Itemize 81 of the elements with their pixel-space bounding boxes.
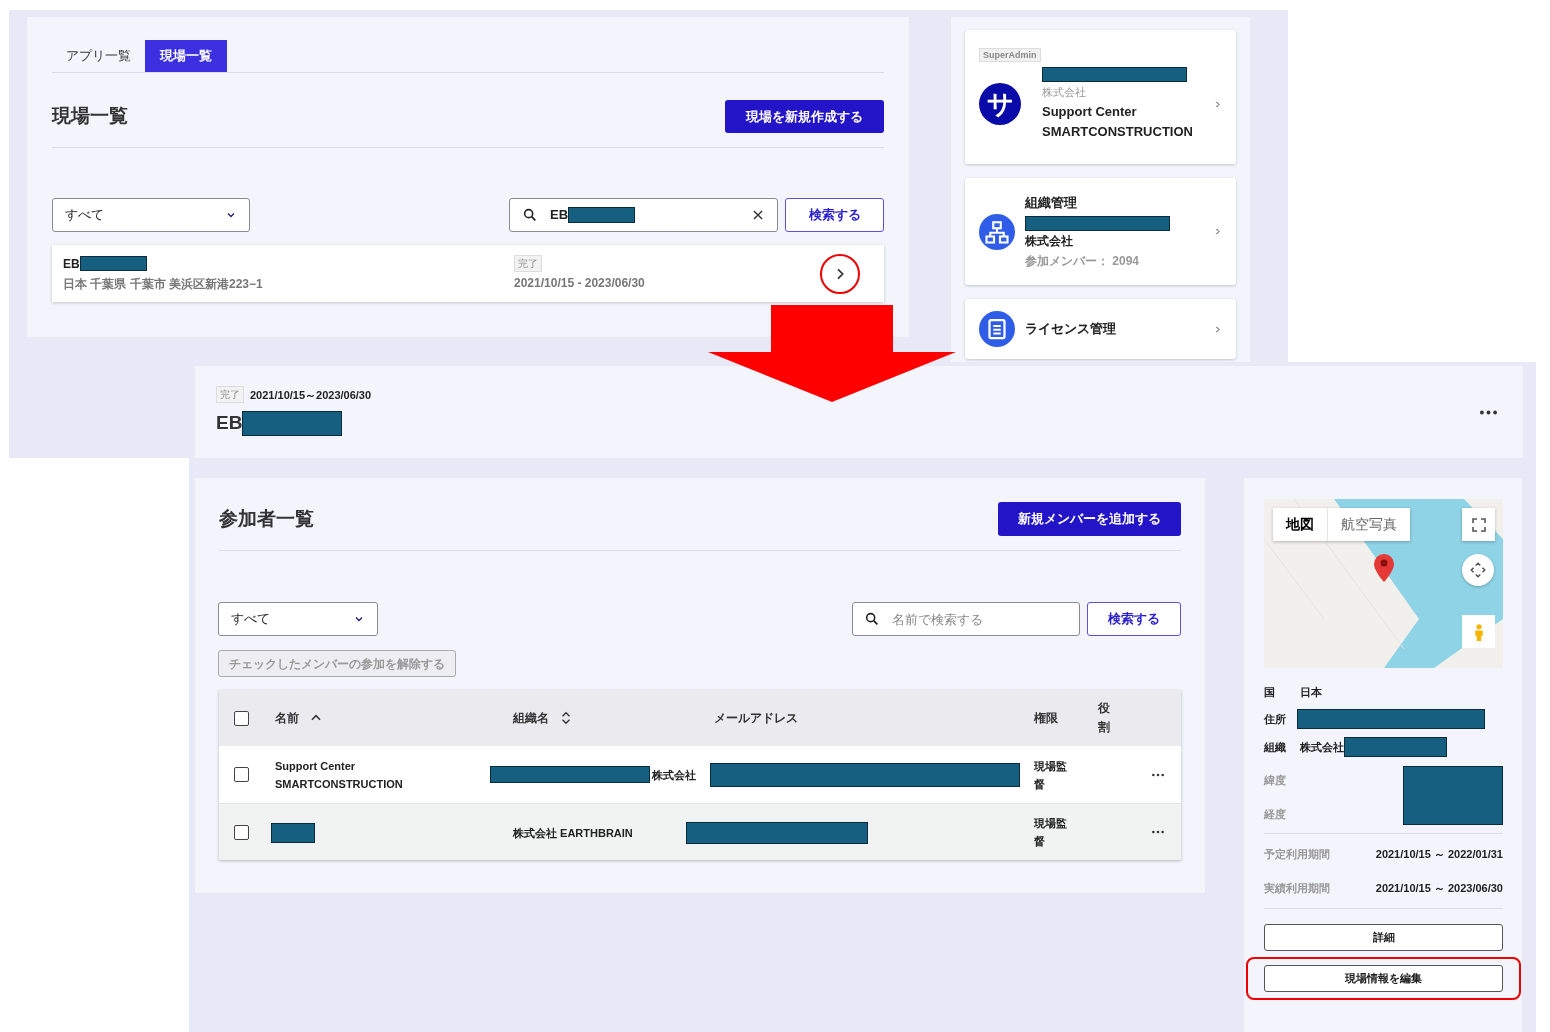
filter-dropdown[interactable]: すべて [218, 602, 378, 636]
field-label: 予定利用期間 [1264, 847, 1330, 862]
table-row[interactable]: 株式会社 EARTHBRAIN 現場監督 [219, 803, 1181, 860]
column-header[interactable]: 役割 [1098, 698, 1112, 738]
page-title: 現場一覧 [52, 104, 128, 129]
chevron-right-icon [1213, 99, 1222, 109]
fullscreen-icon [1470, 516, 1487, 533]
table-cell-text: 現場監督 [1034, 816, 1068, 849]
checkbox[interactable] [234, 824, 249, 840]
field-label: 緯度 [1264, 773, 1287, 788]
status-badge: 完了 [514, 255, 542, 272]
member-count: 参加メンバー： 2094 [1025, 252, 1140, 270]
field-label: 組織 [1264, 739, 1287, 755]
table-cell-text: 現場監督 [1034, 758, 1068, 792]
more-icon[interactable] [1480, 409, 1497, 415]
table-cell-text: Support Center SMARTCONSTRUCTION [275, 758, 404, 792]
arrows-icon [1469, 561, 1487, 579]
section-title: ライセンス管理 [1025, 320, 1116, 339]
add-member-button[interactable]: 新規メンバーを追加する [998, 502, 1181, 536]
site-period: 2021/10/15～2023/06/30 [250, 387, 372, 403]
field-value: 日本 [1300, 685, 1322, 701]
field-label: 住所 [1264, 711, 1287, 727]
field-label: 国 [1264, 685, 1276, 701]
table-row[interactable]: Support Center SMARTCONSTRUCTION 株式会社 現場監督 [219, 746, 1181, 803]
checkbox[interactable] [234, 767, 249, 782]
search-value: EB [550, 206, 569, 225]
organization-card[interactable]: 組織管理 株式会社 参加メンバー： 2094 [965, 178, 1236, 285]
table-cell: 株式会社 [652, 769, 696, 781]
site-title: EB [216, 411, 243, 436]
tab[interactable]: 現場一覧 [145, 40, 227, 72]
search-icon [522, 207, 538, 223]
field-value: 2021/10/15 ～ 2023/06/30 [1375, 880, 1503, 896]
action-button[interactable]: 詳細 [1264, 924, 1503, 951]
user-name: Support Center SMARTCONSTRUCTION [1042, 102, 1194, 141]
table-cell: 株式会社 EARTHBRAIN [513, 826, 633, 839]
account-card[interactable]: SuperAdmin サ 株式会社 Support Center SMARTCONSTRUCTION [965, 30, 1236, 164]
clear-icon [751, 208, 765, 222]
redaction-block [271, 822, 315, 843]
column-header[interactable]: 名前 [275, 709, 299, 727]
redaction-block [79, 256, 147, 271]
column-header[interactable]: 権限 [1034, 709, 1058, 727]
field-value: 2021/10/15 ～ 2022/01/31 [1375, 847, 1503, 862]
site-period: 2021/10/15 - 2023/06/30 [514, 275, 645, 292]
search-field[interactable]: 名前で検索する [852, 602, 1080, 636]
section-title: 参加者一覧 [219, 506, 314, 531]
network-icon [979, 213, 1015, 250]
field-label: 実績利用期間 [1264, 880, 1330, 896]
map-pin-icon [1373, 553, 1395, 583]
fullscreen-button[interactable] [1462, 508, 1495, 541]
role-badge: SuperAdmin [979, 48, 1041, 62]
dropdown-value: すべて [231, 610, 270, 629]
chevron-button[interactable] [820, 253, 860, 294]
search-button[interactable]: 検索する [785, 198, 884, 232]
dropdown-value: すべて [65, 206, 104, 225]
action-button[interactable]: 現場情報を編集 [1264, 965, 1503, 992]
organization-name: 株式会社 [1025, 232, 1073, 250]
field-value: 株式会社 [1300, 739, 1344, 755]
search-icon [864, 611, 880, 627]
avatar: サ [979, 83, 1021, 126]
field-label: 経度 [1264, 806, 1287, 822]
section-title: 組織管理 [1025, 194, 1078, 213]
site-name: EB [63, 255, 80, 273]
chevron-right-icon [1213, 324, 1222, 334]
chevron-right-icon [1213, 227, 1222, 236]
column-header[interactable]: メールアドレス [714, 709, 798, 727]
site-card[interactable]: EB 日本 千葉県 千葉市 美浜区新港223−1 完了 2021/10/15 - 2023/06/30 [52, 245, 884, 302]
tab[interactable]: アプリ一覧 [52, 40, 145, 72]
checkbox[interactable] [234, 710, 249, 726]
map-type-tab[interactable]: 地図 [1273, 508, 1328, 541]
column-header[interactable]: 組織名 [513, 709, 549, 727]
site-address: 日本 千葉県 千葉市 美浜区新港223−1 [63, 275, 264, 293]
redaction-block [568, 207, 636, 223]
filter-dropdown[interactable]: すべて [52, 198, 250, 232]
status-badge: 完了 [216, 386, 244, 404]
search-field[interactable]: EB [509, 198, 778, 232]
document-icon [979, 311, 1015, 347]
create-button[interactable]: 現場を新規作成する [725, 100, 884, 133]
company-name: 株式会社 [1042, 85, 1086, 100]
map-type-tab[interactable]: 航空写真 [1328, 508, 1410, 541]
search-button[interactable]: 検索する [1087, 602, 1181, 636]
license-card[interactable]: ライセンス管理 [965, 299, 1236, 359]
